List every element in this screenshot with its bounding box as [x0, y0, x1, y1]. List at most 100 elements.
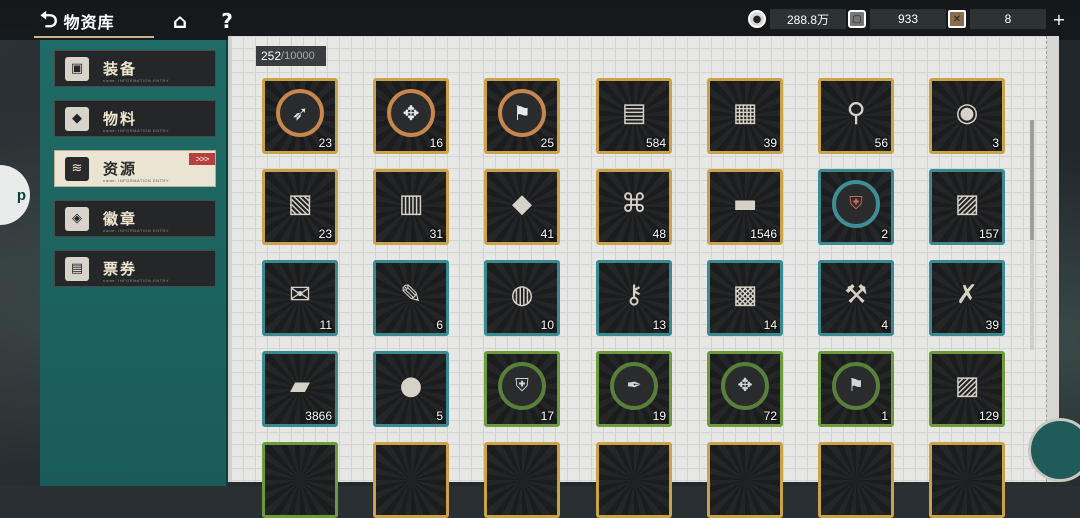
feather-ring-icon: ✒ — [610, 361, 658, 410]
item-count: 25 — [540, 136, 554, 150]
item-count: 41 — [540, 227, 554, 241]
inventory-item[interactable]: ▧ 23 — [262, 169, 338, 245]
item-count: 4 — [881, 318, 888, 332]
resources-icon: ≋ — [65, 156, 89, 181]
knot-ring-icon: ✥ — [721, 361, 769, 410]
tools-icon: ⚒ — [844, 279, 868, 310]
inventory-item-partial[interactable] — [596, 442, 672, 518]
coin-icon: ● — [748, 10, 766, 28]
shield-ring-icon: ⛨ — [498, 361, 546, 410]
item-count: 1546 — [750, 227, 777, 241]
inventory-item-partial[interactable] — [707, 442, 783, 518]
brushes-icon: ✎ — [400, 279, 422, 310]
item-count: 13 — [652, 318, 666, 332]
bag-icon: ▩ — [732, 279, 758, 310]
category-label: 装备 — [103, 60, 138, 78]
category-subtext: name: INFORMATION ENTRY — [103, 228, 170, 233]
category-tab-equipment[interactable]: ▣ 装备 name: INFORMATION ENTRY — [54, 50, 216, 87]
inventory-item[interactable]: ➶ 23 — [262, 78, 338, 154]
category-label: 物料 — [103, 110, 138, 128]
category-label: 徽章 — [103, 210, 138, 228]
inventory-item-partial[interactable] — [818, 442, 894, 518]
inventory-item[interactable]: ⌘ 48 — [596, 169, 672, 245]
inventory-item[interactable]: ⚑ 1 — [818, 351, 894, 427]
inventory-item-partial[interactable] — [373, 442, 449, 518]
inventory-item[interactable]: ◆ 41 — [484, 169, 560, 245]
category-subtext: name: INFORMATION ENTRY — [103, 178, 170, 183]
item-count: 19 — [652, 409, 666, 423]
storage-counter: 252 / 10000 — [256, 46, 326, 66]
inventory-item[interactable]: ⚑ 25 — [484, 78, 560, 154]
inventory-item[interactable]: ▨ 129 — [929, 351, 1005, 427]
category-subtext: name: INFORMATION ENTRY — [103, 128, 170, 133]
inventory-item[interactable]: ▩ 14 — [707, 260, 783, 336]
item-count: 31 — [429, 227, 443, 241]
currency-value: 8 — [970, 9, 1046, 29]
ingots-icon: ▬ — [732, 188, 758, 219]
notebook-binding — [1046, 36, 1059, 482]
currency-value: 933 — [870, 9, 946, 29]
category-tab-materials[interactable]: ◆ 物料 name: INFORMATION ENTRY — [54, 100, 216, 137]
item-count: 6 — [436, 318, 443, 332]
metal-frame-icon: ⌘ — [621, 188, 647, 219]
category-tab-badges[interactable]: ◈ 徽章 name: INFORMATION ENTRY — [54, 200, 216, 237]
scrollbar-thumb[interactable] — [1030, 120, 1034, 240]
inventory-item[interactable]: ▬ 1546 — [707, 169, 783, 245]
inventory-item[interactable]: ⚲ 56 — [818, 78, 894, 154]
storage-max: 10000 — [284, 50, 315, 62]
item-count: 17 — [540, 409, 554, 423]
inventory-item[interactable]: ✎ 6 — [373, 260, 449, 336]
add-crates-button[interactable]: + — [1050, 9, 1068, 29]
inventory-item[interactable]: ✥ 72 — [707, 351, 783, 427]
inventory-item-partial[interactable] — [262, 442, 338, 518]
inventory-item[interactable]: ✉ 11 — [262, 260, 338, 336]
back-button[interactable]: ⮌ 物资库 — [40, 8, 160, 34]
category-subtext: name: INFORMATION ENTRY — [103, 78, 170, 83]
bow-medal-icon: ➶ — [276, 88, 324, 137]
item-count: 10 — [540, 318, 554, 332]
inventory-item[interactable]: ⛨ 17 — [484, 351, 560, 427]
item-count: 39 — [985, 318, 999, 332]
item-count: 23 — [318, 136, 332, 150]
inventory-item[interactable]: ● 5 — [373, 351, 449, 427]
silver-block-icon: ▰ — [290, 370, 310, 401]
item-count: 23 — [318, 227, 332, 241]
page-title: 物资库 — [63, 13, 115, 32]
category-tab-resources[interactable]: ≋ 资源 >>> name: INFORMATION ENTRY — [54, 150, 216, 187]
item-count: 16 — [429, 136, 443, 150]
inventory-item[interactable]: ✥ 16 — [373, 78, 449, 154]
inventory-item-partial[interactable] — [929, 442, 1005, 518]
inventory-item-partial[interactable] — [484, 442, 560, 518]
category-label: 资源 — [103, 160, 138, 178]
item-count: 48 — [652, 227, 666, 241]
inventory-item[interactable]: ✒ 19 — [596, 351, 672, 427]
inventory-item[interactable]: ⚒ 4 — [818, 260, 894, 336]
inventory-item[interactable]: ◍ 10 — [484, 260, 560, 336]
category-label: 票券 — [103, 260, 138, 278]
help-icon[interactable]: ? — [212, 8, 242, 34]
inventory-item[interactable]: ▦ 39 — [707, 78, 783, 154]
inventory-item[interactable]: ▰ 3866 — [262, 351, 338, 427]
box-pile-icon: ▥ — [398, 188, 424, 219]
inventory-item[interactable]: ✗ 39 — [929, 260, 1005, 336]
category-tab-vouchers[interactable]: ▤ 票券 name: INFORMATION ENTRY — [54, 250, 216, 287]
item-count: 3 — [992, 136, 999, 150]
knot-medal-icon: ✥ — [387, 88, 435, 137]
voucher-icon: ▤ — [65, 256, 89, 281]
currency-crates: ✕ 8 + — [948, 8, 1068, 30]
flag-medal-icon: ⚑ — [498, 88, 546, 137]
inventory-item[interactable]: ◉ 3 — [929, 78, 1005, 154]
item-count: 129 — [978, 409, 999, 423]
broom-icon: ⚲ — [846, 97, 866, 128]
inventory-item[interactable]: ▥ 31 — [373, 169, 449, 245]
inventory-item[interactable]: ⛨ 2 — [818, 169, 894, 245]
green-pot-icon: ◉ — [955, 97, 979, 128]
category-subtext: name: INFORMATION ENTRY — [103, 278, 170, 283]
inventory-item[interactable]: ⚷ 13 — [596, 260, 672, 336]
home-icon[interactable]: ⌂ — [165, 8, 195, 34]
inventory-item[interactable]: ▨ 157 — [929, 169, 1005, 245]
crystal-cube-icon: ◆ — [512, 188, 532, 219]
back-arrow-icon: ⮌ — [40, 8, 58, 33]
badge-icon: ◈ — [65, 206, 89, 231]
inventory-item[interactable]: ▤ 584 — [596, 78, 672, 154]
